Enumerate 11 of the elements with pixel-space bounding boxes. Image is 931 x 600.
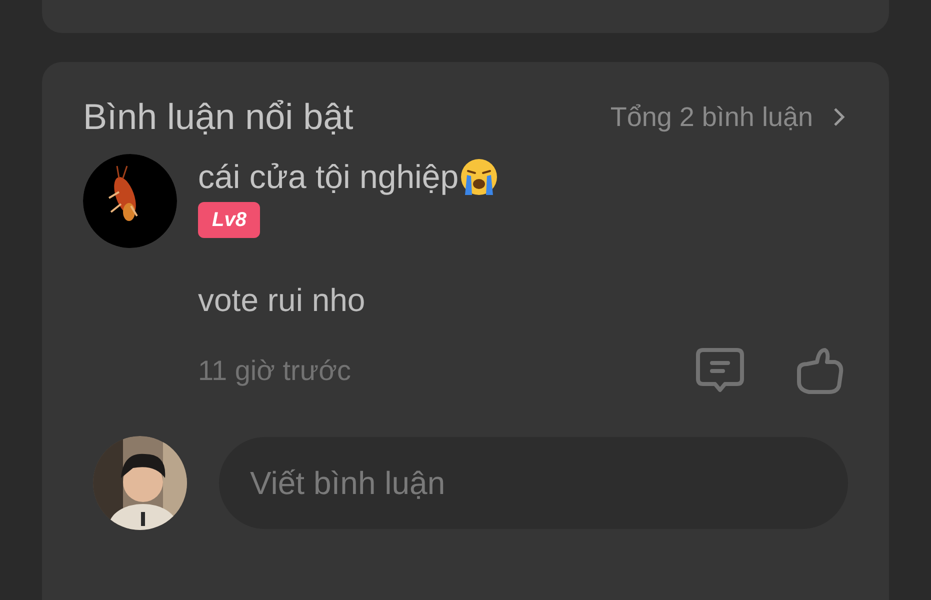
total-comments-link[interactable]: Tổng 2 bình luận <box>610 96 845 138</box>
chevron-right-icon <box>833 107 845 127</box>
reply-icon[interactable] <box>695 347 745 395</box>
comment-author: cái cửa tội nghiệp <box>198 157 459 198</box>
like-icon[interactable] <box>795 346 845 396</box>
section-title: Bình luận nổi bật <box>83 95 354 139</box>
comment-text: vote rui nho <box>198 282 366 318</box>
crying-face-icon <box>458 157 499 197</box>
level-badge: Lv8 <box>198 202 260 238</box>
comment-time: 11 giờ trước <box>198 354 351 388</box>
comment-input[interactable]: Viết bình luận <box>219 437 848 529</box>
